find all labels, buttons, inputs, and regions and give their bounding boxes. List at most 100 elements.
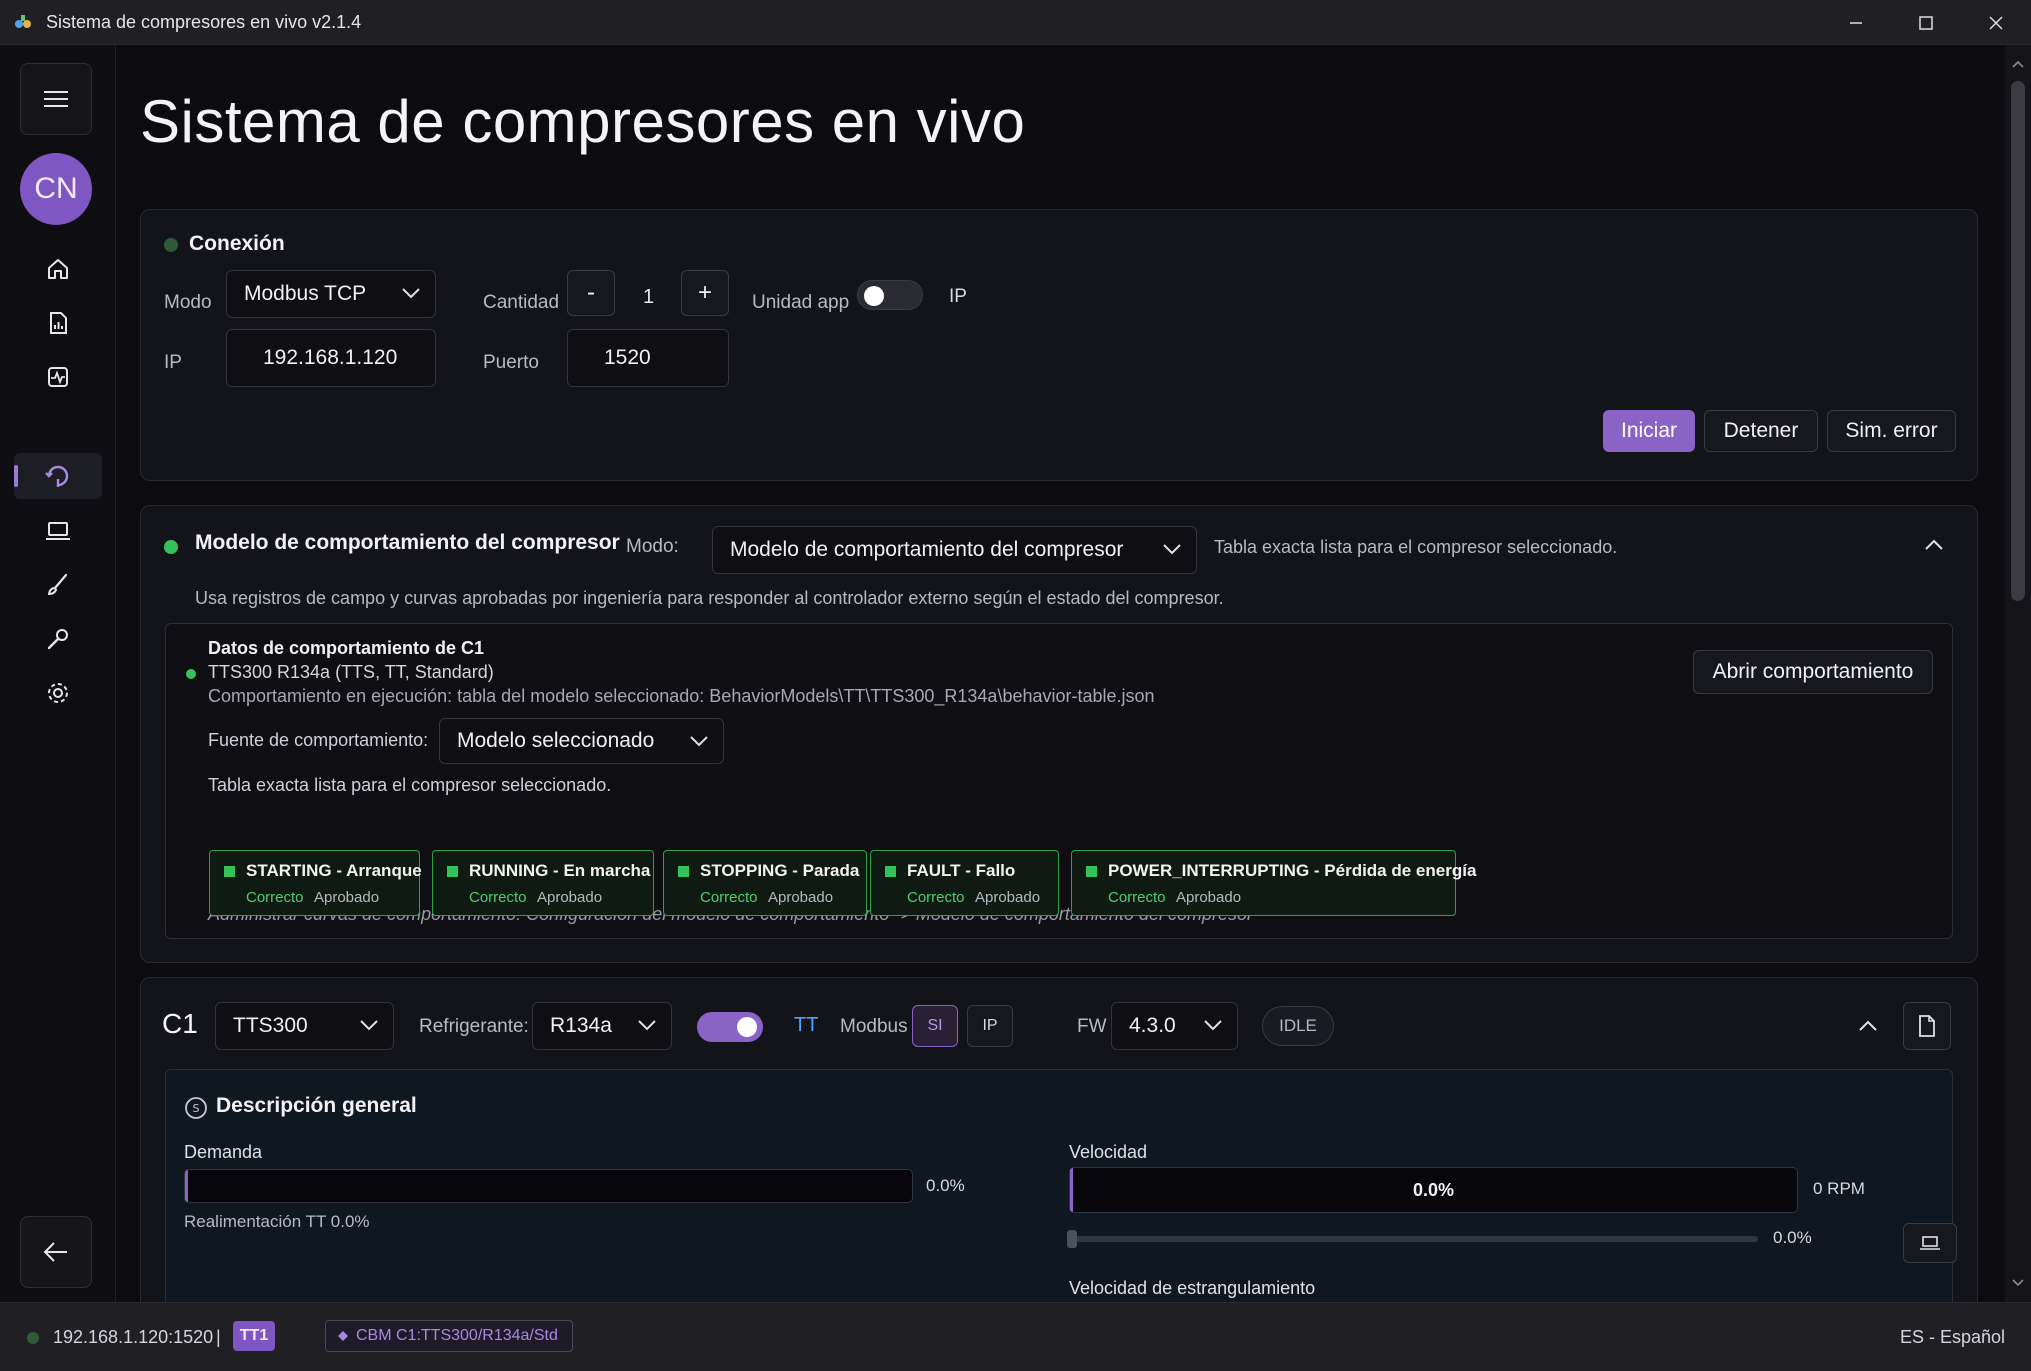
start-button[interactable]: Iniciar [1603,410,1695,452]
state-ok-text: Correcto [469,889,527,906]
behavior-description: Usa registros de campo y curvas aprobada… [195,588,1224,608]
scroll-up-icon[interactable] [2005,51,2031,77]
slider-handle[interactable] [1067,1230,1077,1248]
scroll-down-icon[interactable] [2005,1270,2031,1296]
minimize-icon[interactable] [1821,0,1891,45]
speed-bar: 0.0% [1069,1167,1798,1213]
sidebar-item-reports[interactable] [14,300,102,346]
chevron-down-icon [690,736,708,747]
demand-bar-fill [185,1170,188,1202]
tt-badge: TT1 [233,1321,275,1351]
arrow-left-icon [43,1242,67,1262]
state-name: STOPPING - Parada [700,861,860,880]
scrollbar-thumb[interactable] [2011,81,2025,601]
state-ok-indicator [885,866,896,877]
chevron-up-icon[interactable] [1924,538,1944,552]
throttle-speed-label: Velocidad de estrangulamiento [1069,1278,1316,1298]
ip-label: IP [164,352,182,373]
state-ok-text: Correcto [907,889,965,906]
laptop-icon [1920,1236,1940,1250]
close-icon[interactable] [1961,0,2031,45]
monitor-button[interactable] [1903,1223,1957,1263]
cbm-text: CBM C1:TTS300/R134a/Std [356,1327,558,1344]
refrigerant-dropdown[interactable]: R134a [532,1002,672,1050]
sidebar-item-compressors[interactable] [14,453,102,499]
behavior-mode-value: Modelo de comportamiento del compresor [730,538,1124,561]
sidebar-item-activity[interactable] [14,354,102,400]
sidebar-item-customize[interactable] [14,562,102,608]
status-separator: | [216,1327,221,1347]
si-button[interactable]: SI [912,1005,958,1047]
state-ok-indicator [678,866,689,877]
state-chip-stopping[interactable]: STOPPING - Parada Correcto Aprobado [663,850,867,916]
state-name: STARTING - Arranque [246,861,422,880]
toggle-knob [737,1017,757,1037]
demand-label: Demanda [184,1142,263,1162]
connection-status-dot [164,238,178,252]
behavior-source-dropdown[interactable]: Modelo seleccionado [439,718,724,764]
svg-text:S: S [193,1102,200,1115]
tt-toggle[interactable] [697,1012,763,1042]
connection-card: Conexión Modo Modbus TCP Cantidad - 1 + … [140,209,1978,481]
state-chip-starting[interactable]: STARTING - Arranque Correcto Aprobado [209,850,422,916]
refrigerant-label: Refrigerante: [419,1016,529,1037]
behavior-model-line: TTS300 R134a (TTS, TT, Standard) [208,662,494,682]
state-ok-indicator [1086,866,1097,877]
speed-slider[interactable] [1067,1230,1758,1248]
quantity-increment-button[interactable]: + [681,270,729,316]
toggle-knob [864,286,884,306]
language-selector[interactable]: ES - Español [1900,1327,2005,1348]
state-approved-text: Aprobado [768,889,834,906]
stop-button[interactable]: Detener [1704,410,1818,452]
state-name: FAULT - Fallo [907,861,1016,880]
quantity-value: 1 [643,286,655,308]
demand-bar [184,1169,913,1203]
mode-dropdown[interactable]: Modbus TCP [226,270,436,318]
ip-input[interactable]: 192.168.1.120 [226,329,436,387]
compressor-model-dropdown[interactable]: TTS300 [215,1002,394,1050]
state-ok-indicator [224,866,235,877]
state-chip-fault[interactable]: FAULT - Fallo Correcto Aprobado [870,850,1059,916]
state-chip-power-interrupting[interactable]: POWER_INTERRUPTING - Pérdida de energía … [1071,850,1476,916]
chevron-down-icon [1204,1020,1222,1031]
back-button[interactable] [20,1216,92,1288]
page-title: Sistema de compresores en vivo [140,88,1026,155]
refrigerant-value: R134a [550,1014,612,1037]
sidebar-item-settings[interactable] [14,670,102,716]
quantity-decrement-button[interactable]: - [567,270,615,316]
demand-value: 0.0% [926,1176,965,1195]
sidebar-item-home[interactable] [14,246,102,292]
window-title: Sistema de compresores en vivo v2.1.4 [46,11,362,32]
behavior-data-title: Datos de comportamiento de C1 [208,638,485,658]
app-unit-toggle[interactable] [857,280,923,310]
mode-value: Modbus TCP [244,282,367,305]
avatar[interactable]: CN [20,153,92,225]
menu-button[interactable] [20,63,92,135]
cbm-chip[interactable]: CBM C1:TTS300/R134a/Std [325,1320,573,1352]
sidebar-item-tools[interactable] [14,616,102,662]
maximize-icon[interactable] [1891,0,1961,45]
sidebar-item-devices[interactable] [14,508,102,554]
chevron-down-icon [402,288,420,299]
chevron-up-icon[interactable] [1858,1019,1878,1033]
sim-error-button[interactable]: Sim. error [1827,410,1956,452]
document-button[interactable] [1903,1002,1951,1050]
behavior-mode-dropdown[interactable]: Modelo de comportamiento del compresor [712,526,1197,574]
vertical-scrollbar[interactable] [2005,45,2031,1302]
open-behavior-button[interactable]: Abrir comportamiento [1693,650,1933,694]
state-chip-running[interactable]: RUNNING - En marcha Correcto Aprobado [432,850,654,916]
laptop-icon [46,522,70,540]
app-unit-label: Unidad app [752,292,850,313]
feedback-text: Realimentación TT 0.0% [184,1212,370,1231]
model-status-dot [186,669,196,679]
state-name: RUNNING - En marcha [469,861,651,880]
ip-button[interactable]: IP [967,1005,1013,1047]
fw-dropdown[interactable]: 4.3.0 [1111,1002,1238,1050]
gear-icon [48,683,68,703]
fw-value: 4.3.0 [1129,1014,1176,1037]
state-approved-text: Aprobado [537,889,603,906]
state-ok-text: Correcto [1108,889,1166,906]
overview-icon: S [185,1097,207,1119]
quantity-label: Cantidad [483,292,560,313]
port-input[interactable]: 1520 [567,329,729,387]
